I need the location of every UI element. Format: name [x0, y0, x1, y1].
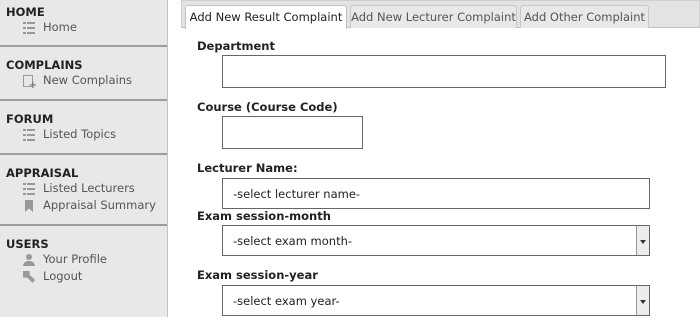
sidebar-section-users: USERS Your Profile Logout — [0, 228, 167, 324]
course-label: Course (Course Code) — [197, 100, 338, 114]
chevron-down-icon[interactable] — [636, 226, 649, 255]
sidebar-item-appraisal-summary[interactable]: Appraisal Summary — [0, 197, 167, 214]
section-title: USERS — [6, 237, 49, 251]
sidebar-section-forum: FORUM Listed Topics — [0, 103, 167, 155]
sidebar-item-label: Logout — [43, 269, 83, 283]
lecturer-name-label: Lecturer Name: — [197, 161, 298, 175]
sidebar-item-logout[interactable]: Logout — [0, 268, 167, 285]
chevron-down-icon[interactable] — [636, 286, 649, 315]
section-title: FORUM — [6, 112, 54, 126]
new-document-icon — [23, 75, 37, 91]
tab-add-new-lecturer-complaint[interactable]: Add New Lecturer Complaint — [350, 5, 517, 28]
list-icon — [23, 183, 35, 195]
sidebar-item-label: Appraisal Summary — [43, 198, 156, 212]
exam-month-label: Exam session-month — [197, 209, 331, 223]
sidebar-section-appraisal: APPRAISAL Listed Lecturers Appraisal Sum… — [0, 157, 167, 226]
lecturer-name-select[interactable]: -select lecturer name- — [222, 178, 650, 209]
tab-add-new-result-complaint[interactable]: Add New Result Complaint — [185, 5, 347, 29]
list-icon — [23, 22, 35, 34]
sidebar: HOME Home COMPLAINS New Complains FORUM … — [0, 0, 168, 317]
sidebar-item-label: Listed Topics — [43, 127, 117, 141]
sidebar-section-complains: COMPLAINS New Complains — [0, 49, 167, 101]
sidebar-item-label: Home — [43, 20, 77, 34]
sidebar-item-your-profile[interactable]: Your Profile — [0, 251, 167, 268]
department-label: Department — [197, 39, 275, 53]
exam-year-label: Exam session-year — [197, 268, 318, 282]
main-content: Add New Result Complaint Add New Lecture… — [181, 0, 700, 317]
sidebar-item-label: Listed Lecturers — [43, 181, 135, 195]
list-icon — [23, 129, 35, 141]
section-title: HOME — [6, 5, 45, 19]
sidebar-item-listed-lecturers[interactable]: Listed Lecturers — [0, 180, 167, 197]
user-icon — [23, 254, 35, 266]
tab-add-other-complaint[interactable]: Add Other Complaint — [520, 5, 649, 28]
exam-year-selected: -select exam year- — [233, 293, 340, 308]
course-code-input[interactable] — [222, 116, 363, 149]
sidebar-item-home[interactable]: Home — [0, 19, 167, 36]
exam-year-select[interactable]: -select exam year- — [222, 285, 650, 316]
exam-month-selected: -select exam month- — [233, 233, 353, 248]
lecturer-name-selected: -select lecturer name- — [233, 186, 361, 201]
sidebar-section-home: HOME Home — [0, 0, 167, 47]
sidebar-item-listed-topics[interactable]: Listed Topics — [0, 126, 167, 143]
exam-month-select[interactable]: -select exam month- — [222, 225, 650, 256]
sidebar-item-new-complains[interactable]: New Complains — [0, 72, 167, 91]
sidebar-item-label: New Complains — [43, 73, 133, 87]
tab-bar: Add New Result Complaint Add New Lecture… — [181, 0, 700, 29]
bookmark-icon — [25, 200, 33, 212]
logout-icon — [23, 271, 35, 283]
department-input[interactable] — [222, 55, 666, 88]
section-title: APPRAISAL — [6, 166, 79, 180]
sidebar-item-label: Your Profile — [43, 252, 107, 266]
section-title: COMPLAINS — [6, 58, 83, 72]
